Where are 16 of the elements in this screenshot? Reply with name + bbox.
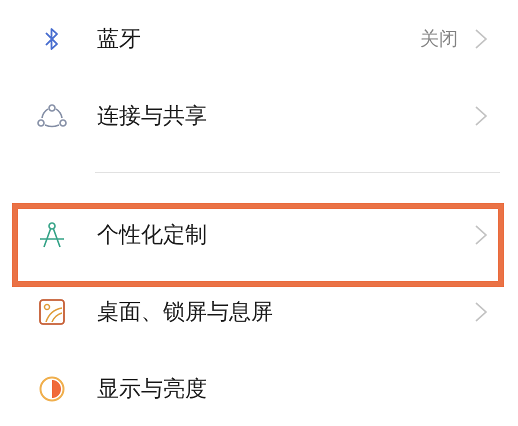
settings-row[interactable]: 显示与亮度 (0, 350, 518, 426)
row-label: 连接与共享 (97, 102, 208, 130)
share-icon (37, 104, 67, 128)
bluetooth-icon (44, 26, 60, 52)
wallpaper-icon (38, 298, 66, 326)
row-label: 个性化定制 (97, 222, 208, 250)
row-label: 显示与亮度 (97, 376, 208, 404)
brightness-icon (38, 374, 66, 402)
settings-row[interactable]: 个性化定制 (0, 196, 518, 273)
compass-icon (38, 220, 66, 248)
row-value: 关闭 (420, 26, 458, 52)
row-label: 桌面、锁屏与息屏 (97, 298, 274, 326)
settings-row[interactable]: 桌面、锁屏与息屏 (0, 273, 518, 350)
settings-row[interactable]: 蓝牙 关闭 (0, 0, 518, 77)
settings-row[interactable]: 连接与共享 (0, 77, 518, 154)
row-label: 蓝牙 (97, 26, 142, 54)
